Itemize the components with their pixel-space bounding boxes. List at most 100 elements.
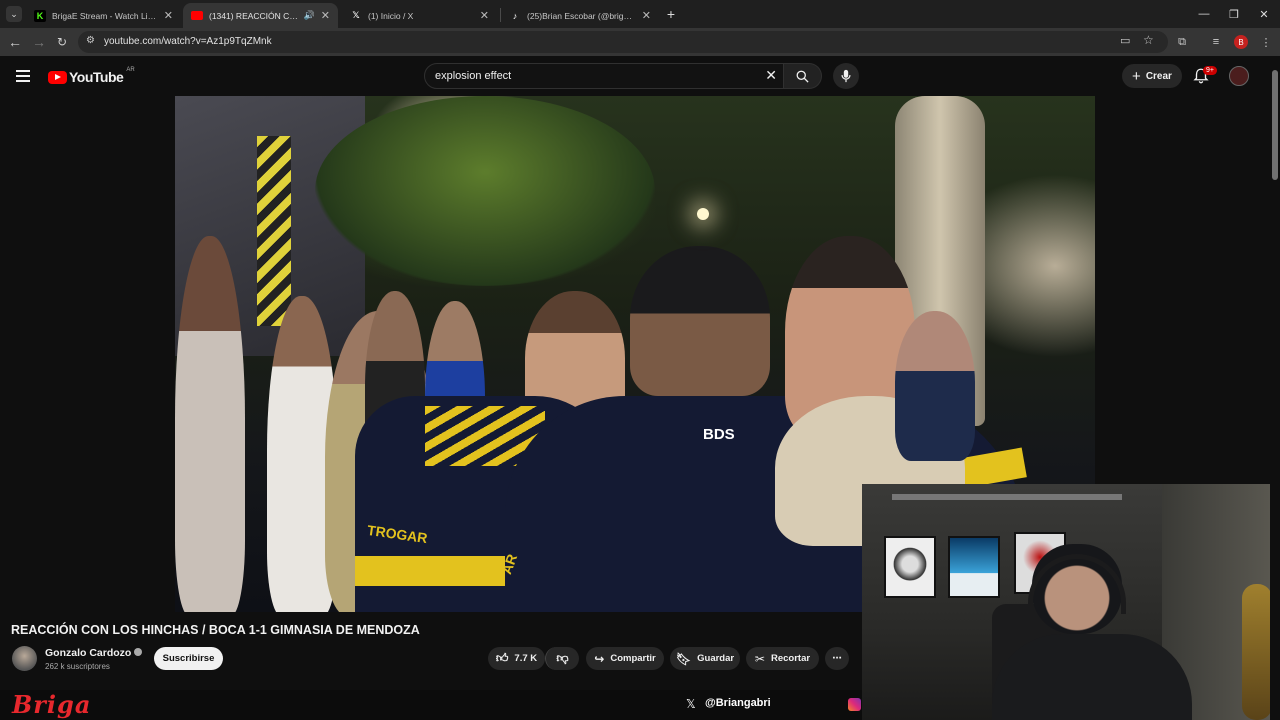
tab-search-button[interactable]: ⌄ (6, 6, 22, 22)
youtube-wordmark: YouTube (69, 69, 124, 85)
tab-tiktok[interactable]: ♪ (25)Brian Escobar (@brigaesc) | ✕ (501, 3, 659, 28)
channel-name-text: Gonzalo Cardozo (45, 647, 132, 659)
share-label: Compartir (610, 653, 656, 664)
minimize-icon: — (1198, 8, 1210, 20)
video-person (630, 246, 770, 396)
social-handle-text: @Briangabri (705, 697, 771, 709)
profile-avatar[interactable]: B (1234, 35, 1248, 49)
more-actions-button[interactable]: ⋯ (825, 647, 849, 670)
close-icon[interactable]: ✕ (642, 9, 651, 22)
video-streetlight (697, 208, 709, 220)
video-title: REACCIÓN CON LOS HINCHAS / BOCA 1-1 GIMN… (11, 623, 420, 637)
clear-search-icon[interactable]: ✕ (765, 67, 777, 84)
webcam-poster (884, 536, 936, 598)
plus-icon: + (1132, 67, 1141, 85)
profile-initial: B (1238, 37, 1244, 47)
webcam-guitar (1242, 584, 1272, 720)
tab-label: (1341) REACCIÓN CON LOS (209, 10, 300, 21)
channel-name[interactable]: Gonzalo Cardozo (45, 647, 143, 659)
bookmark-star-icon[interactable]: ☆ (1143, 33, 1154, 47)
clip-button[interactable]: ✂ Recortar (746, 647, 819, 670)
page-scrollbar[interactable] (1270, 56, 1280, 720)
create-button[interactable]: + Crear (1122, 64, 1182, 88)
save-label: Guardar (697, 653, 735, 664)
account-avatar[interactable] (1229, 66, 1249, 86)
site-settings-icon[interactable]: ⚙ (86, 35, 95, 46)
webcam-shelf (892, 494, 1122, 500)
video-person (175, 236, 245, 612)
search-input[interactable]: explosion effect ✕ (424, 63, 784, 89)
x-icon: 𝕏 (352, 10, 360, 20)
microphone-icon (841, 69, 851, 83)
tab-label: (25)Brian Escobar (@brigaesc) | (527, 10, 636, 21)
webcam-poster (948, 536, 1000, 598)
video-striped-pole (257, 136, 291, 326)
url-text: youtube.com/watch?v=Az1p9TqZMnk (104, 36, 272, 47)
video-tree (315, 96, 655, 286)
youtube-play-icon (48, 70, 67, 84)
close-icon[interactable]: ✕ (321, 9, 330, 22)
chevron-down-icon: ⌄ (10, 8, 18, 19)
share-button[interactable]: ↪ Compartir (586, 647, 664, 670)
like-button[interactable]: 👍︎ 7.7 K (488, 647, 545, 670)
verified-check-icon (134, 648, 143, 656)
tab-label: (1) Inicio / X (368, 10, 414, 21)
search-button[interactable] (784, 63, 822, 89)
tab-label: BrigaE Stream - Watch Live on K (52, 10, 158, 21)
speaker-icon[interactable]: 🔊 (304, 10, 315, 21)
clip-label: Recortar (770, 653, 811, 664)
reload-button[interactable]: ↻ (52, 32, 72, 52)
minimize-button[interactable]: — (1189, 4, 1219, 24)
youtube-icon (191, 11, 203, 20)
hamburger-menu-icon[interactable] (16, 70, 30, 82)
kick-icon: K (34, 9, 46, 22)
notification-badge: 9+ (1203, 66, 1217, 75)
new-tab-button[interactable]: + (662, 5, 680, 23)
close-icon[interactable]: ✕ (480, 9, 489, 22)
dislike-button[interactable]: 👎︎ (545, 647, 579, 670)
extensions-icon[interactable]: ⧉ (1174, 34, 1190, 50)
menu-kebab-icon[interactable]: ⋮ (1258, 34, 1274, 50)
share-icon: ↪ (594, 651, 605, 666)
search-icon (796, 70, 809, 83)
voice-search-button[interactable] (833, 63, 859, 89)
address-bar[interactable]: ⚙ youtube.com/watch?v=Az1p9TqZMnk ▭ ☆ (78, 31, 1168, 53)
browser-toolbar: ← → ↻ ⚙ youtube.com/watch?v=Az1p9TqZMnk … (0, 28, 1280, 56)
close-window-button[interactable]: ✕ (1249, 4, 1279, 24)
scissors-icon: ✂ (754, 651, 765, 666)
more-horizontal-icon: ⋯ (832, 653, 842, 664)
close-icon[interactable]: ✕ (164, 9, 173, 22)
search-query: explosion effect (435, 70, 512, 82)
create-label: Crear (1145, 70, 1172, 82)
reload-icon: ↻ (56, 35, 68, 49)
browser-tab-strip: ⌄ K BrigaE Stream - Watch Live on K ✕ (1… (0, 0, 1280, 28)
webcam-body (992, 634, 1192, 720)
plus-icon: + (666, 6, 676, 22)
bookmark-icon: 🔖︎ (675, 651, 692, 666)
thumbs-down-icon: 👎︎ (556, 651, 569, 665)
media-controls-icon[interactable]: ≡ (1208, 34, 1224, 50)
channel-avatar[interactable] (12, 646, 37, 671)
restore-button[interactable]: ❐ (1219, 4, 1249, 24)
tab-x-home[interactable]: 𝕏 (1) Inicio / X ✕ (342, 3, 497, 28)
close-icon: ✕ (1259, 8, 1269, 21)
subscriber-count: 262 k suscriptores (45, 662, 110, 671)
tab-youtube-video[interactable]: (1341) REACCIÓN CON LOS 🔊 ✕ (183, 3, 338, 28)
save-button[interactable]: 🔖︎ Guardar (670, 647, 740, 670)
back-button[interactable]: ← (5, 32, 25, 52)
webcam-overlay (862, 484, 1280, 720)
instagram-icon (848, 698, 861, 711)
tab-kick-stream[interactable]: K BrigaE Stream - Watch Live on K ✕ (26, 3, 181, 28)
forward-button[interactable]: → (29, 32, 49, 52)
subscribe-button[interactable]: Suscribirse (154, 647, 223, 670)
scrollbar-thumb[interactable] (1272, 70, 1278, 180)
video-jersey-logo: BDS (703, 426, 735, 443)
youtube-logo[interactable]: YouTube AR (48, 67, 135, 85)
restore-icon: ❐ (1229, 8, 1239, 21)
tiktok-icon: ♪ (512, 10, 518, 21)
country-code: AR (126, 67, 135, 73)
cast-icon[interactable]: ▭ (1120, 34, 1130, 47)
thumbs-up-icon: 👍︎ (495, 651, 509, 665)
arrow-right-icon: → (32, 34, 46, 50)
video-person (895, 311, 975, 461)
